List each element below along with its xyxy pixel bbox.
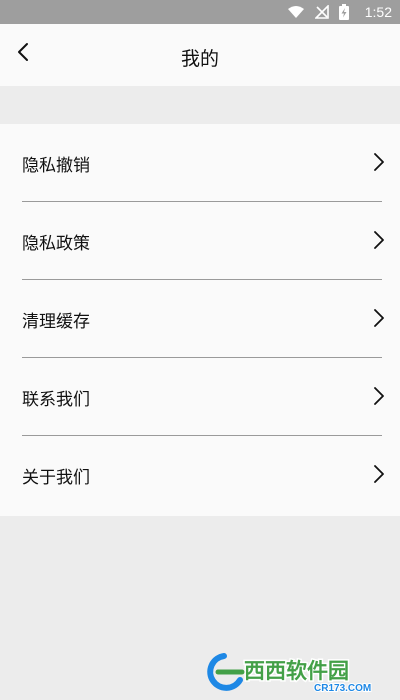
chevron-right-icon	[372, 386, 386, 406]
status-icons: 1:52	[287, 0, 392, 24]
battery-charging-icon	[338, 4, 349, 20]
menu-item-label: 关于我们	[22, 468, 90, 488]
no-signal-icon	[314, 5, 329, 19]
chevron-right-icon	[372, 152, 386, 172]
menu-item-label: 隐私撤销	[22, 156, 90, 176]
menu-item-about-us[interactable]: 关于我们	[0, 436, 400, 514]
title-bar: 我的	[0, 24, 400, 86]
chevron-right-icon	[372, 308, 386, 328]
svg-text:CR173.COM: CR173.COM	[314, 683, 371, 694]
menu-item-clear-cache[interactable]: 清理缓存	[0, 280, 400, 358]
svg-text:西西软件园: 西西软件园	[244, 659, 349, 683]
menu-item-contact-us[interactable]: 联系我们	[0, 358, 400, 436]
menu-item-label: 隐私政策	[22, 234, 90, 254]
chevron-right-icon	[372, 230, 386, 250]
page-title: 我的	[180, 48, 219, 70]
wifi-icon	[287, 5, 305, 19]
menu-item-privacy-revoke[interactable]: 隐私撤销	[0, 124, 400, 202]
watermark-logo: 西西软件园 CR173.COM	[202, 650, 386, 695]
menu-list: 隐私撤销 隐私政策 清理缓存 联系我们 关于我们	[0, 124, 400, 516]
menu-item-label: 清理缓存	[22, 312, 90, 332]
menu-item-label: 联系我们	[22, 390, 90, 410]
status-bar: 1:52	[0, 0, 400, 24]
status-time: 1:52	[364, 4, 392, 20]
chevron-right-icon	[372, 464, 386, 484]
menu-item-privacy-policy[interactable]: 隐私政策	[0, 202, 400, 280]
